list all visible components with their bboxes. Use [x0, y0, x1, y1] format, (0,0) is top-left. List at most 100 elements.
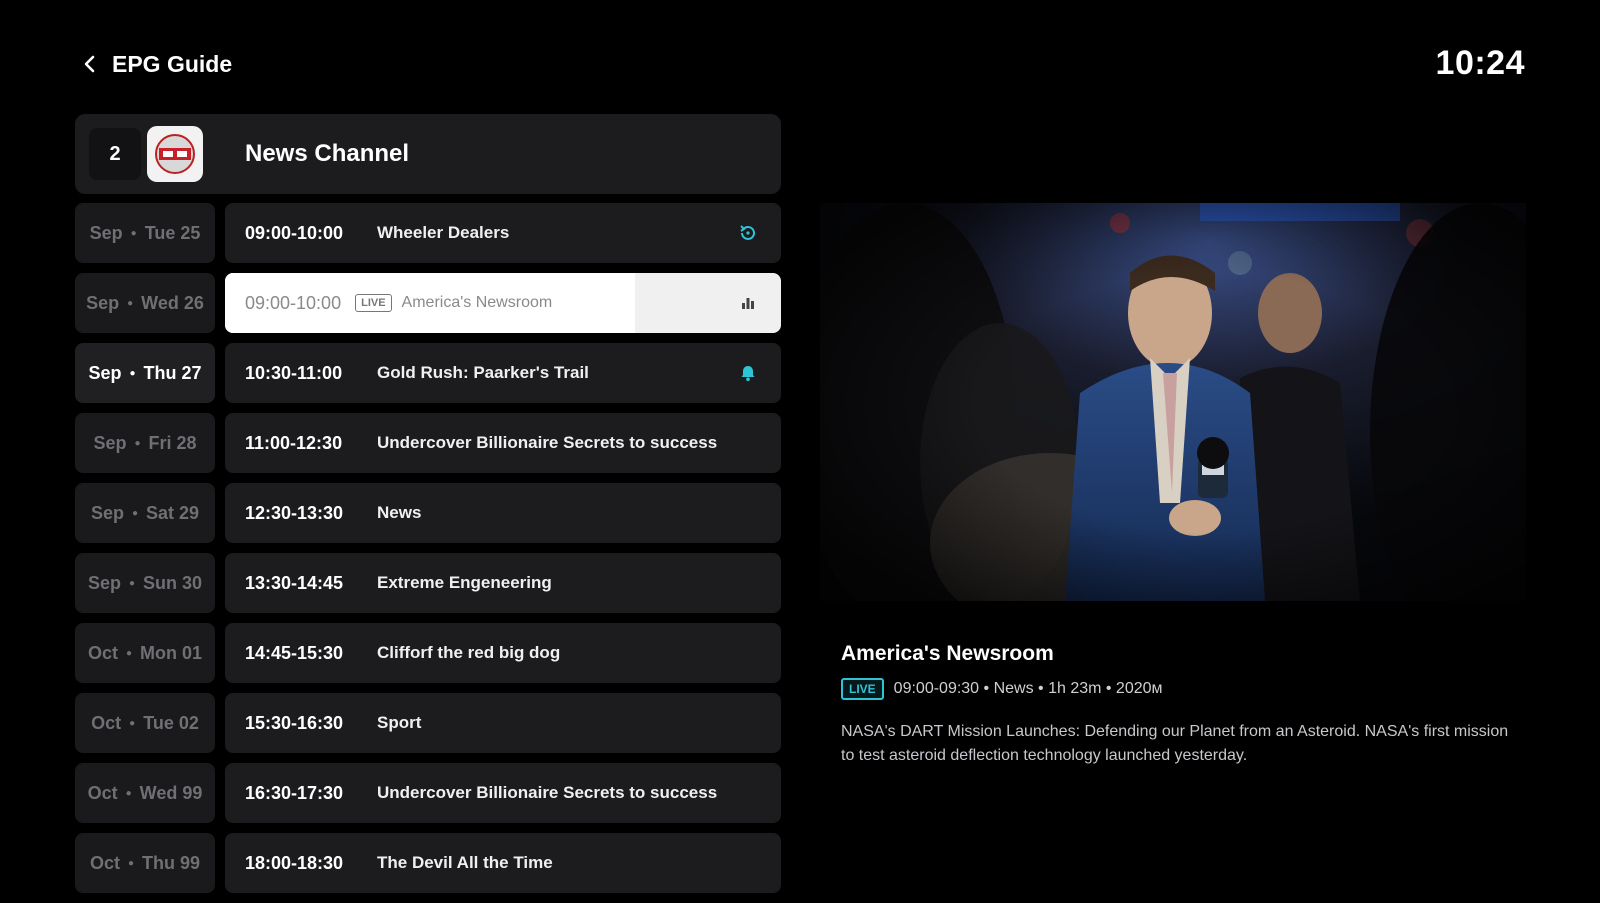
program-item[interactable]: 18:00-18:30 The Devil All the Time	[225, 833, 781, 893]
program-item-selected[interactable]: 09:00-10:00 LIVE America's Newsroom	[225, 273, 781, 333]
program-item[interactable]: 13:30-14:45 Extreme Engeneering	[225, 553, 781, 613]
program-item[interactable]: 10:30-11:00 Gold Rush: Paarker's Trail	[225, 343, 781, 403]
program-description: NASA's DART Mission Launches: Defending …	[841, 723, 1509, 764]
date-day: Tue 02	[143, 712, 199, 733]
date-cell[interactable]: Sep ● Tue 25	[75, 203, 215, 263]
program-item[interactable]: 09:00-10:00 Wheeler Dealers	[225, 203, 781, 263]
program-time: 15:30-16:30	[245, 712, 344, 733]
chevron-left-icon	[84, 55, 95, 73]
live-badge: LIVE	[355, 294, 392, 312]
date-cell[interactable]: Oct ● Thu 99	[75, 833, 215, 893]
channel-logo	[147, 126, 203, 182]
date-month: Sep	[93, 432, 127, 453]
schedule-row: Sep ● Wed 26 09:00-10:00 LIVE America's Ne…	[75, 273, 781, 333]
schedule-row: Sep ● Sun 30 13:30-14:45 Extreme Engeneeri…	[75, 553, 781, 613]
program-item[interactable]: 12:30-13:30 News	[225, 483, 781, 543]
channel-number: 2	[89, 128, 141, 180]
schedule-row: Sep ● Thu 27 10:30-11:00 Gold Rush: Paarke…	[75, 343, 781, 403]
page-title: EPG Guide	[112, 50, 233, 77]
program-item[interactable]: 16:30-17:30 Undercover Billionaire Secre…	[225, 763, 781, 823]
date-day: Thu 99	[142, 852, 201, 873]
schedule-list: Sep ● Tue 25 09:00-10:00 Wheeler Dealers S…	[75, 203, 781, 903]
program-time: 13:30-14:45	[245, 572, 344, 593]
date-month: Oct	[87, 782, 118, 803]
program-title: Wheeler Dealers	[377, 223, 510, 242]
program-title: Undercover Billionaire Secrets to succes…	[377, 433, 718, 452]
schedule-row: Oct ● Thu 99 18:00-18:30 The Devil All the…	[75, 833, 781, 893]
date-separator: ●	[134, 437, 141, 449]
date-cell[interactable]: Sep ● Wed 26	[75, 273, 215, 333]
program-title: News	[377, 503, 422, 522]
clock: 10:24	[1435, 44, 1525, 82]
date-day: Thu 27	[143, 362, 202, 383]
bell-icon	[737, 362, 759, 384]
back-button[interactable]: EPG Guide	[80, 48, 232, 80]
date-cell[interactable]: Sep ● Sun 30	[75, 553, 215, 613]
schedule-row: Sep ● Sat 29 12:30-13:30 News	[75, 483, 781, 543]
date-day: Fri 28	[148, 432, 197, 453]
schedule-row: Oct ● Tue 02 15:30-16:30 Sport	[75, 693, 781, 753]
date-cell[interactable]: Oct ● Wed 99	[75, 763, 215, 823]
date-day: Sun 30	[143, 572, 203, 593]
program-time: 14:45-15:30	[245, 642, 344, 663]
program-time: 09:00-10:00	[245, 222, 344, 243]
date-month: Sep	[90, 502, 124, 523]
date-day: Sat 29	[146, 502, 200, 523]
date-month: Oct	[87, 642, 118, 663]
date-month: Oct	[91, 712, 122, 733]
preview-image	[820, 203, 1526, 601]
date-separator: ●	[129, 717, 136, 729]
program-time: 10:30-11:00	[245, 362, 343, 383]
program-progress: 09:00-10:00 LIVE America's Newsroom	[225, 273, 635, 333]
date-separator: ●	[129, 367, 136, 379]
program-title: Gold Rush: Paarker's Trail	[377, 363, 589, 382]
program-item[interactable]: 14:45-15:30 Clifforf the red big dog	[225, 623, 781, 683]
date-month: Sep	[88, 362, 122, 383]
program-item[interactable]: 15:30-16:30 Sport	[225, 693, 781, 753]
program-title: Undercover Billionaire Secrets to succes…	[377, 783, 718, 802]
program-meta-text: 09:00-09:30 • News • 1h 23m • 2020м	[893, 680, 1163, 697]
program-time: 16:30-17:30	[245, 782, 344, 803]
program-time: 11:00-12:30	[245, 432, 343, 453]
program-title: Extreme Engeneering	[377, 573, 552, 592]
date-day: Mon 01	[140, 642, 203, 663]
date-day: Wed 99	[139, 782, 203, 803]
date-separator: ●	[127, 857, 135, 869]
date-day: Wed 26	[141, 292, 204, 313]
schedule-row: Sep ● Tue 25 09:00-10:00 Wheeler Dealers	[75, 203, 781, 263]
program-title: America's Newsroom	[401, 294, 553, 311]
date-separator: ●	[130, 227, 137, 239]
date-cell[interactable]: Sep ● Thu 27	[75, 343, 215, 403]
date-cell[interactable]: Sep ● Sat 29	[75, 483, 215, 543]
equalizer-icon	[737, 292, 759, 314]
program-time: 18:00-18:30	[245, 852, 344, 873]
program-title: The Devil All the Time	[377, 853, 553, 872]
program-time: 09:00-10:00	[245, 292, 342, 313]
date-cell[interactable]: Oct ● Tue 02	[75, 693, 215, 753]
channel-header[interactable]: 2 News Channel	[75, 114, 781, 194]
program-time: 12:30-13:30	[245, 502, 344, 523]
date-cell[interactable]: Oct ● Mon 01	[75, 623, 215, 683]
program-title: Clifforf the red big dog	[377, 643, 561, 662]
date-month: Sep	[89, 222, 123, 243]
schedule-row: Sep ● Fri 28 11:00-12:30 Undercover Billio…	[75, 413, 781, 473]
date-separator: ●	[125, 647, 133, 659]
replay-icon	[737, 222, 759, 244]
date-separator: ●	[128, 577, 136, 589]
date-day: Tue 25	[144, 222, 201, 243]
program-detail-title: America's Newsroom	[841, 642, 1054, 665]
program-title: Sport	[377, 713, 422, 732]
program-detail-meta: LIVE 09:00-09:30 • News • 1h 23m • 2020м	[841, 678, 1163, 700]
schedule-row: Oct ● Wed 99 16:30-17:30 Undercover Billio…	[75, 763, 781, 823]
date-month: Sep	[86, 292, 120, 313]
date-month: Oct	[89, 852, 120, 873]
date-month: Sep	[87, 572, 121, 593]
schedule-row: Oct ● Mon 01 14:45-15:30 Clifforf the red …	[75, 623, 781, 683]
date-separator: ●	[131, 507, 138, 519]
date-separator: ●	[125, 787, 132, 799]
video-preview[interactable]	[820, 203, 1526, 601]
date-cell[interactable]: Sep ● Fri 28	[75, 413, 215, 473]
program-item[interactable]: 11:00-12:30 Undercover Billionaire Secre…	[225, 413, 781, 473]
live-badge: LIVE	[841, 678, 884, 700]
date-separator: ●	[127, 297, 134, 309]
